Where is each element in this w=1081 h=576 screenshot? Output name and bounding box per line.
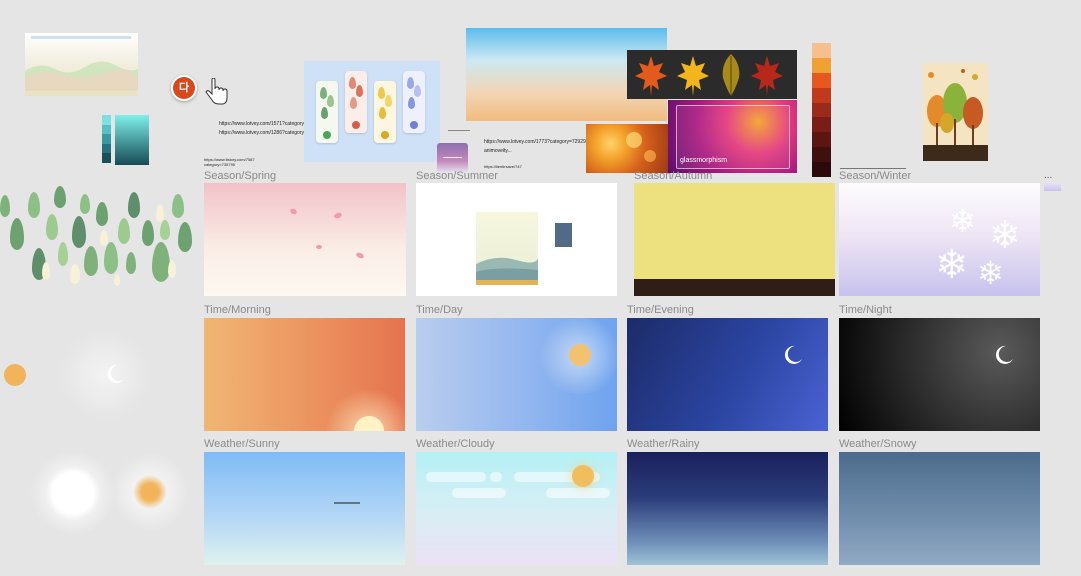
- thumbnail-hills: [25, 61, 138, 91]
- petal: [355, 251, 365, 260]
- teal-swatch-column: [102, 115, 111, 163]
- autumn-bokeh-photo[interactable]: [586, 124, 668, 173]
- avatar-initial: 다: [173, 77, 195, 99]
- moon-icon: [107, 364, 124, 383]
- frame-weather-snowy[interactable]: [839, 452, 1040, 565]
- swatch: [102, 143, 111, 154]
- sun-glow-element: [30, 450, 116, 536]
- link-note[interactable]: https://www.lotvey.com/1773?category=729…: [484, 139, 589, 146]
- swatch: [102, 153, 111, 163]
- autumn-palette: [812, 43, 831, 178]
- pointer-hand-icon: [205, 78, 228, 105]
- frame-season-autumn[interactable]: [634, 183, 835, 296]
- petal: [289, 207, 298, 216]
- glassmorphism-card[interactable]: glassmorphism: [668, 100, 797, 173]
- frame-time-evening[interactable]: [627, 318, 828, 431]
- sun-icon: [572, 465, 594, 487]
- frame-label-time-morning[interactable]: Time/Morning: [204, 304, 271, 316]
- ground-strip: [634, 279, 835, 296]
- frame-label-weather-cloudy[interactable]: Weather/Cloudy: [416, 438, 495, 450]
- frame-label-time-day[interactable]: Time/Day: [416, 304, 463, 316]
- frame-label-season-spring[interactable]: Season/Spring: [204, 170, 276, 182]
- swatch: [102, 115, 111, 125]
- leaf-card: [403, 71, 425, 133]
- petal: [333, 211, 343, 220]
- frame-season-summer[interactable]: [416, 183, 617, 296]
- collaborator-avatar[interactable]: 다: [171, 75, 197, 101]
- cloud-shape: [426, 472, 486, 482]
- frame-label-season-autumn[interactable]: Season/Autumn: [634, 170, 712, 182]
- frame-weather-sunny[interactable]: [204, 452, 405, 565]
- frame-season-winter[interactable]: ❄ ❄ ❄ ❄: [839, 183, 1040, 296]
- swatch: [102, 134, 111, 144]
- divider-line: [840, 168, 906, 169]
- frame-label-weather-sunny[interactable]: Weather/Sunny: [204, 438, 280, 450]
- frame-label-time-night[interactable]: Time/Night: [839, 304, 892, 316]
- frame-label-season-winter[interactable]: Season/Winter: [839, 170, 911, 182]
- beach-scene: [476, 212, 538, 285]
- frame-time-night[interactable]: [839, 318, 1040, 431]
- leaf-pattern-artwork: [0, 186, 200, 290]
- frame-label-weather-snowy[interactable]: Weather/Snowy: [839, 438, 916, 450]
- link-note[interactable]: animoveity...: [484, 148, 512, 155]
- moon-icon: [995, 345, 1013, 364]
- frame-label-time-evening[interactable]: Time/Evening: [627, 304, 694, 316]
- snowflake-icon: ❄: [949, 203, 976, 239]
- link-note[interactable]: https://lientirsave/747: [484, 163, 522, 170]
- maple-leaves-artwork[interactable]: [627, 50, 797, 99]
- snowflake-icon: ❄: [977, 255, 1004, 291]
- divider-line: [448, 130, 470, 131]
- thumbnail-nav: [31, 36, 131, 39]
- frame-label-season-summer[interactable]: Season/Summer: [416, 170, 498, 182]
- frame-time-day[interactable]: [416, 318, 617, 431]
- leaf-card: [316, 81, 338, 143]
- autumn-forest-illustration[interactable]: [923, 63, 988, 161]
- sun-icon: [4, 364, 26, 386]
- tiny-text-mark: [334, 502, 360, 504]
- frame-season-spring[interactable]: [204, 183, 406, 296]
- snowflake-icon: ❄: [989, 215, 1021, 257]
- summer-swatch: [555, 223, 572, 247]
- cloud-shape: [452, 488, 506, 498]
- leaf-card: [345, 71, 367, 133]
- leaf-card: [374, 81, 396, 143]
- moon-icon: [784, 345, 802, 364]
- leaf-cards-artwork[interactable]: [304, 61, 440, 162]
- more-options-icon[interactable]: ...: [1044, 170, 1052, 181]
- sun-icon: [569, 344, 591, 366]
- snowflake-icon: ❄: [935, 243, 969, 287]
- frame-weather-rainy[interactable]: [627, 452, 828, 565]
- frame-weather-cloudy[interactable]: [416, 452, 617, 565]
- website-thumbnail[interactable]: [25, 33, 138, 96]
- maple-leaf-icon: [635, 54, 783, 96]
- frame-time-morning[interactable]: [204, 318, 405, 431]
- glassmorphism-label: glassmorphism: [680, 157, 728, 164]
- teal-gradient-swatch: [115, 115, 149, 165]
- sun-glow-element: [110, 452, 190, 532]
- swatch: [102, 124, 111, 135]
- cloud-shape: [490, 472, 502, 482]
- frame-label-weather-rainy[interactable]: Weather/Rainy: [627, 438, 700, 450]
- mini-gradient-card[interactable]: [437, 143, 468, 173]
- cloud-shape: [546, 488, 610, 498]
- link-note[interactable]: category=735795: [204, 161, 235, 168]
- mini-lavender-card[interactable]: [1044, 183, 1061, 191]
- petal: [316, 245, 322, 249]
